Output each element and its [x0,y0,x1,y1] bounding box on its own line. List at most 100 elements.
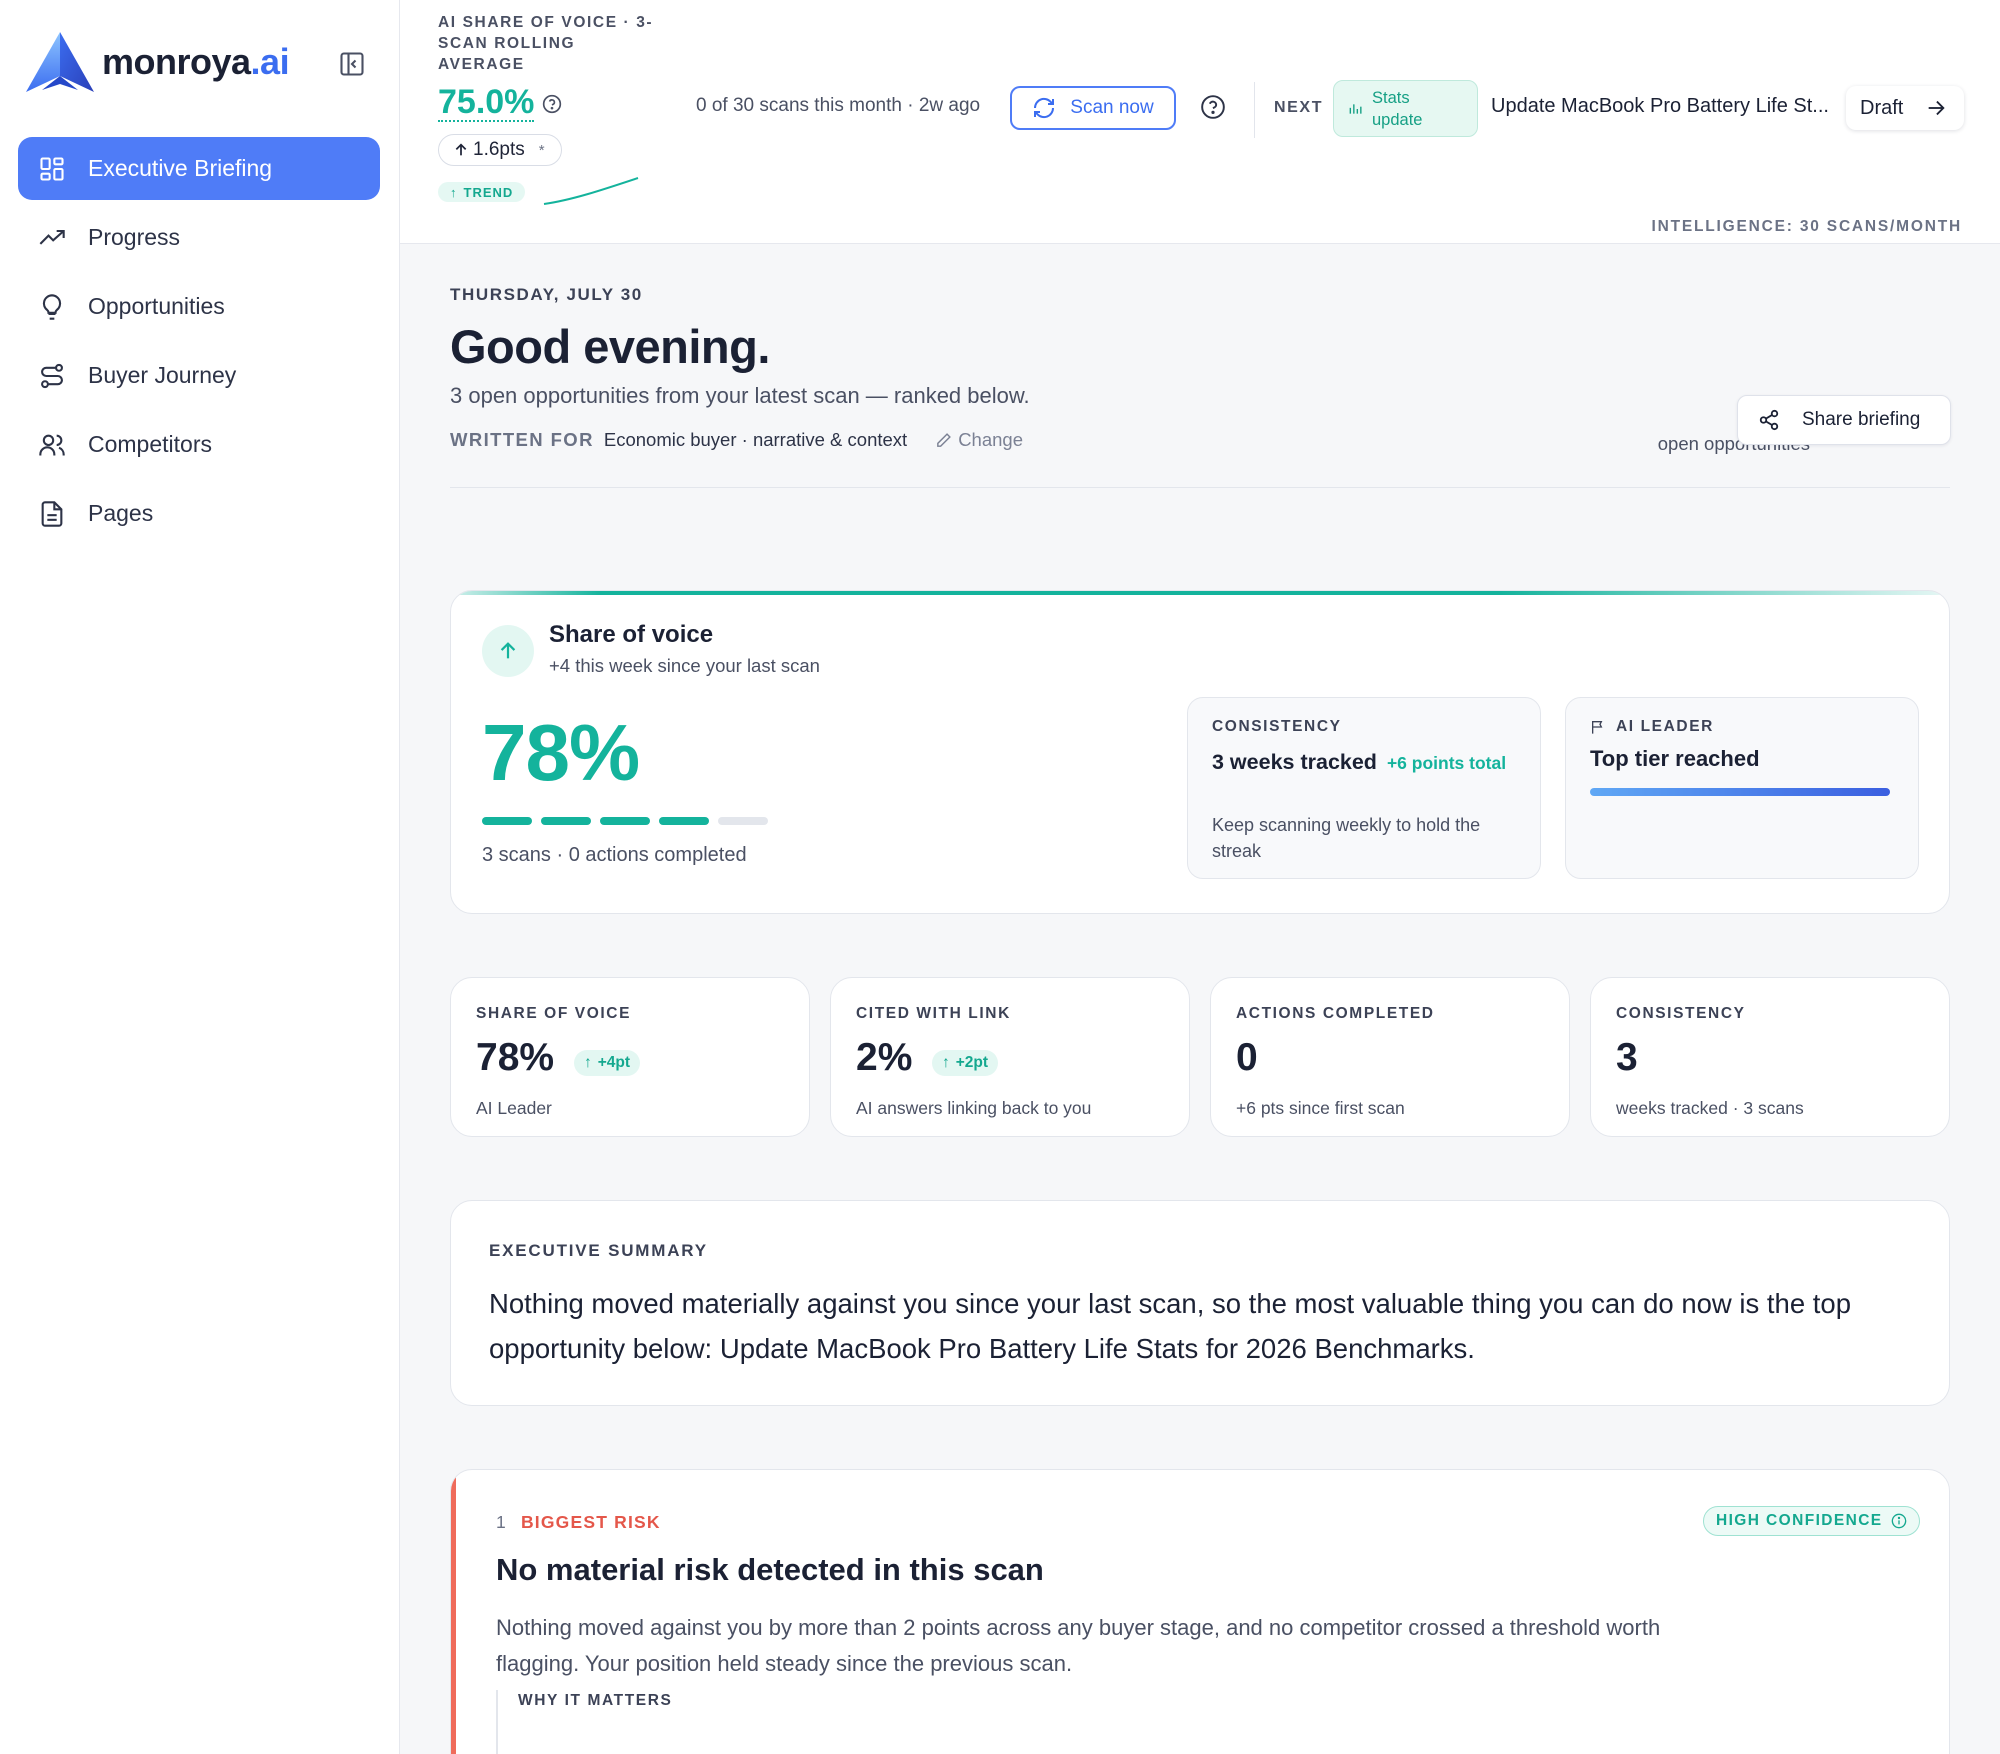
draft-button[interactable]: Draft [1846,86,1964,130]
sidebar-item-opportunities[interactable]: Opportunities [18,275,380,338]
sidebar-item-executive-briefing[interactable]: Executive Briefing [18,137,380,200]
sidebar-item-label: Opportunities [88,293,225,319]
stat-note: +6 pts since first scan [1236,1098,1405,1118]
briefing-date: THURSDAY, JULY 30 [450,285,643,304]
bar-chart-icon [1349,103,1362,114]
ai-leader-label-row: AI LEADER [1590,718,1714,736]
next-type-label: Stats update [1372,88,1423,129]
sov-delta-footnote: * [538,141,545,159]
trend-label: TREND [463,184,514,200]
sidebar-collapse-icon [340,52,364,76]
sidebar-item-pages[interactable]: Pages [18,482,380,545]
progress-segment [600,817,650,825]
next-type-badge: Stats update [1333,80,1478,137]
sov-delta-pill: 1.6pts * [438,134,562,166]
stat-delta-badge: ↑ +2pt [932,1050,999,1076]
share-of-voice-card: Share of voice +4 this week since your l… [450,590,1950,914]
briefing-subtitle: 3 open opportunities from your latest sc… [450,383,1030,408]
change-label: Change [958,429,1023,450]
summary-text: Nothing moved materially against you sin… [489,1288,1852,1364]
stat-card-share-of-voice: SHARE OF VOICE 78% ↑ +4pt AI Leader [450,977,810,1137]
stat-value: 78% [476,1036,555,1079]
arrow-up-icon: ↑ [942,1054,950,1071]
refresh-icon [1034,97,1055,119]
confidence-label: HIGH CONFIDENCE [1716,1512,1883,1529]
stat-label: SHARE OF VOICE [476,1005,632,1022]
biggest-risk-card: 1 BIGGEST RISK HIGH CONFIDENCE No materi… [450,1469,1950,1754]
confidence-badge[interactable]: HIGH CONFIDENCE [1703,1506,1920,1536]
main-content: THURSDAY, JULY 30 Good evening. 3 open o… [400,245,2000,1754]
stat-note: weeks tracked · 3 scans [1616,1098,1804,1118]
help-circle-icon [542,94,562,114]
stat-card-actions-completed: ACTIONS COMPLETED 0 +6 pts since first s… [1210,977,1570,1137]
stat-value: 2% [856,1036,913,1079]
sov-card-subtitle: +4 this week since your last scan [549,655,820,676]
consistency-headline: 3 weeks tracked +6 points total [1212,746,1522,779]
share-briefing-button[interactable]: Share briefing [1737,395,1951,445]
section-divider [450,487,1950,488]
sov-rolling-value[interactable]: 75.0% [438,84,535,122]
consistency-weeks: 3 weeks tracked [1212,750,1377,774]
stat-card-consistency: CONSISTENCY 3 weeks tracked · 3 scans [1590,977,1950,1137]
lightbulb-icon [42,293,62,320]
sidebar-item-progress[interactable]: Progress [18,206,380,269]
logo-text: monroya.ai [102,41,290,82]
collapse-sidebar-button[interactable] [338,50,366,78]
summary-label: EXECUTIVE SUMMARY [489,1241,708,1260]
ai-leader-bar [1590,788,1890,796]
risk-accent-bar [451,1470,456,1754]
file-text-icon [41,500,63,527]
trending-up-icon [39,229,65,245]
risk-label: BIGGEST RISK [520,1512,661,1532]
consistency-label: CONSISTENCY [1212,718,1342,735]
written-for: WRITTEN FOR Economic buyer · narrative &… [450,429,1023,451]
stat-delta-badge: ↑ +4pt [574,1050,641,1076]
next-label: NEXT [1274,99,1324,116]
sov-card-title: Share of voice [549,621,714,648]
stat-label: ACTIONS COMPLETED [1236,1005,1435,1022]
sidebar-item-label: Progress [88,224,181,250]
scan-now-button[interactable]: Scan now [1010,86,1176,130]
progress-segment [482,817,532,825]
help-button[interactable] [1200,94,1226,125]
logo[interactable]: monroya.ai [24,30,290,94]
share-icon [1759,409,1779,431]
change-audience-link[interactable]: Change [935,429,1023,451]
scans-status: 0 of 30 scans this month · 2w ago [696,95,981,116]
top-header: AI SHARE OF VOICE · 3-SCAN ROLLING AVERA… [400,0,2000,244]
intelligence-plan: INTELLIGENCE: 30 SCANS/MONTH [1651,218,1962,235]
header-divider [1254,82,1255,138]
stat-note: AI answers linking back to you [856,1098,1092,1118]
trend-up-badge [482,625,534,677]
written-for-label: WRITTEN FOR [450,429,594,450]
why-it-matters: WHY IT MATTERS [496,1690,1796,1754]
trend-sparkline [543,177,639,205]
logo-icon [26,32,94,92]
arrow-up-icon: ↑ [584,1054,592,1071]
sov-card-meta: 3 scans · 0 actions completed [482,844,747,866]
sov-info-button[interactable] [542,94,562,119]
progress-segment [659,817,709,825]
stat-value: 3 [1616,1036,1638,1079]
stat-delta: +4pt [597,1054,631,1071]
next-opportunity-title[interactable]: Update MacBook Pro Battery Life St... [1491,95,1829,118]
flag-icon [1592,721,1603,734]
progress-segment [541,817,591,825]
sidebar-item-label: Competitors [88,431,212,457]
sidebar: monroya.ai Executive Briefing Progress O… [0,0,400,1754]
ai-leader-tile: AI LEADER Top tier reached [1565,697,1919,879]
route-icon [41,363,63,388]
consistency-points: +6 points total [1386,753,1507,773]
sidebar-item-buyer-journey[interactable]: Buyer Journey [18,344,380,407]
sidebar-item-label: Buyer Journey [88,362,237,388]
ai-leader-headline: Top tier reached [1590,746,1760,771]
progress-segment [718,817,768,825]
sidebar-item-competitors[interactable]: Competitors [18,413,380,476]
arrow-right-icon [1929,100,1945,116]
executive-summary-card: EXECUTIVE SUMMARY Nothing moved material… [450,1200,1950,1406]
risk-rank: 1 [496,1512,507,1532]
scan-now-label: Scan now [1070,97,1154,118]
trend-badge: ↑ TREND [438,182,526,202]
why-it-matters-label: WHY IT MATTERS [518,1692,673,1709]
stat-note: AI Leader [476,1098,552,1118]
